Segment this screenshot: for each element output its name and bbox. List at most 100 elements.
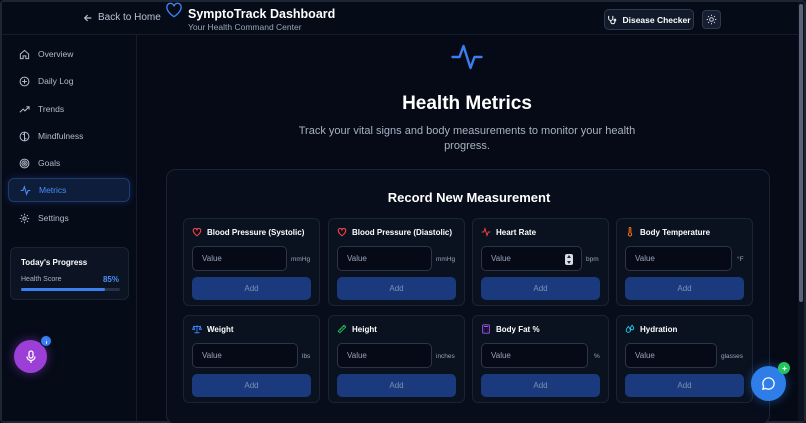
- weight-input[interactable]: Value: [192, 343, 298, 368]
- health-score-bar-fill: [21, 288, 106, 291]
- target-icon: [19, 158, 30, 168]
- metric-unit: mmHg: [436, 256, 456, 263]
- sidebar-item-mindfulness[interactable]: Mindfulness: [8, 124, 130, 148]
- add-body-fat-button[interactable]: Add: [481, 374, 600, 397]
- sidebar-item-overview[interactable]: Overview: [8, 42, 130, 66]
- metric-unit: lbs: [302, 353, 311, 360]
- metric-unit: %: [594, 353, 600, 360]
- calculator-icon: [482, 324, 490, 334]
- height-input[interactable]: Value: [337, 343, 432, 368]
- page-subtitle: Track your vital signs and body measurem…: [298, 125, 636, 152]
- metric-label: Blood Pressure (Systolic): [207, 227, 305, 237]
- todays-progress-card: Today's Progress Health Score 85%: [10, 247, 129, 300]
- stethoscope-icon: [608, 15, 617, 24]
- plus-circle-icon: [19, 76, 30, 86]
- sidebar-item-goals[interactable]: Goals: [8, 151, 130, 175]
- sidebar-item-label: Overview: [38, 49, 74, 59]
- metric-header: Height: [337, 324, 377, 334]
- sidebar-item-label: Trends: [38, 104, 65, 114]
- activity-icon: [20, 184, 31, 196]
- metric-label: Hydration: [640, 324, 678, 334]
- record-card-title: Record New Measurement: [387, 190, 551, 205]
- chat-sparkle-badge: [778, 362, 790, 374]
- metric-header: Heart Rate: [481, 227, 536, 237]
- metric-header: Hydration: [625, 324, 677, 334]
- trending-up-icon: [19, 105, 30, 113]
- metric-card-weight: Weight Value lbs Add: [183, 315, 320, 403]
- metric-unit: bpm: [586, 256, 599, 263]
- metric-header: Blood Pressure (Diastolic): [337, 227, 452, 237]
- disease-checker-button[interactable]: Disease Checker: [604, 9, 694, 30]
- sidebar-item-label: Daily Log: [38, 76, 74, 86]
- chat-bubble-icon: [761, 377, 775, 390]
- body-temperature-input[interactable]: Value: [625, 246, 732, 271]
- sidebar-item-label: Mindfulness: [38, 131, 84, 141]
- page-title: Health Metrics: [402, 93, 532, 114]
- metric-card-height: Height Value inches Add: [328, 315, 465, 403]
- metric-card-bp-diastolic: Blood Pressure (Diastolic) Value mmHg Ad…: [328, 218, 465, 306]
- heart-rate-input[interactable]: Value: [481, 246, 582, 271]
- metric-label: Body Temperature: [640, 227, 711, 237]
- home-icon: [19, 49, 30, 59]
- back-to-home-link[interactable]: Back to Home: [83, 12, 161, 23]
- progress-title: Today's Progress: [21, 258, 88, 267]
- metric-card-body-temperature: Body Temperature Value °F Add: [616, 218, 753, 306]
- metric-label: Body Fat %: [496, 324, 540, 334]
- metric-card-hydration: Hydration Value glasses Add: [616, 315, 753, 403]
- heart-icon: [192, 227, 202, 237]
- info-icon: [45, 339, 47, 344]
- add-heart-rate-button[interactable]: Add: [481, 277, 600, 300]
- heart-rate-placeholder: Value: [491, 254, 511, 263]
- metric-header: Blood Pressure (Systolic): [192, 227, 304, 237]
- add-height-button[interactable]: Add: [337, 374, 456, 397]
- app-title: SymptoTrack Dashboard: [188, 7, 336, 21]
- add-bp-systolic-button[interactable]: Add: [192, 277, 311, 300]
- main-content: Health Metrics Track your vital signs an…: [138, 36, 796, 423]
- sidebar-item-settings[interactable]: Settings: [8, 206, 130, 230]
- add-hydration-button[interactable]: Add: [625, 374, 744, 397]
- top-header: Back to Home SymptoTrack Dashboard Your …: [2, 2, 798, 35]
- metric-unit: glasses: [721, 353, 744, 360]
- microphone-icon: [25, 349, 36, 363]
- metric-label: Blood Pressure (Diastolic): [352, 227, 453, 237]
- body-fat-input[interactable]: Value: [481, 343, 588, 368]
- metric-unit: inches: [436, 353, 455, 360]
- metric-header: Weight: [192, 324, 234, 334]
- add-bp-diastolic-button[interactable]: Add: [337, 277, 456, 300]
- health-score-label: Health Score: [21, 276, 62, 283]
- bp-systolic-input[interactable]: Value: [192, 246, 287, 271]
- sidebar-item-daily-log[interactable]: Daily Log: [8, 69, 130, 93]
- page-scrollbar[interactable]: [798, 2, 804, 421]
- sparkle-icon: [781, 365, 787, 371]
- sidebar-item-metrics[interactable]: Metrics: [8, 178, 130, 202]
- number-spinner[interactable]: [565, 254, 573, 265]
- thermometer-icon: [627, 227, 633, 237]
- metric-card-body-fat: Body Fat % Value % Add: [472, 315, 609, 403]
- add-body-temperature-button[interactable]: Add: [625, 277, 744, 300]
- heart-logo-icon: [166, 2, 182, 18]
- back-link-label: Back to Home: [98, 12, 161, 23]
- bp-diastolic-input[interactable]: Value: [337, 246, 432, 271]
- metric-card-bp-systolic: Blood Pressure (Systolic) Value mmHg Add: [183, 218, 320, 306]
- health-score-value: 85%: [102, 275, 119, 284]
- metric-unit: mmHg: [291, 256, 311, 263]
- sidebar-item-trends[interactable]: Trends: [8, 97, 130, 121]
- voice-info-badge: [40, 335, 52, 347]
- scrollbar-thumb[interactable]: [799, 4, 803, 302]
- add-weight-button[interactable]: Add: [192, 374, 311, 397]
- metric-label: Heart Rate: [496, 227, 537, 237]
- sidebar-item-label: Goals: [38, 158, 61, 168]
- activity-icon: [451, 44, 483, 70]
- metric-label: Weight: [207, 324, 234, 334]
- theme-toggle-button[interactable]: [702, 10, 721, 29]
- record-measurement-card: Record New Measurement Blood Pressure (S…: [166, 169, 770, 423]
- sidebar-item-label: Settings: [38, 213, 69, 223]
- ruler-icon: [337, 324, 347, 334]
- disease-checker-label: Disease Checker: [622, 14, 691, 25]
- activity-icon: [481, 227, 491, 237]
- metric-label: Height: [352, 324, 377, 334]
- sun-icon: [706, 14, 717, 25]
- health-score-bar: [21, 288, 120, 291]
- hydration-input[interactable]: Value: [625, 343, 717, 368]
- app-subtitle: Your Health Command Center: [188, 22, 302, 32]
